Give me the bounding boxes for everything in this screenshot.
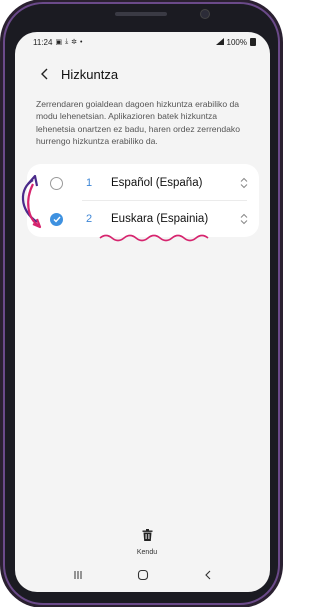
reorder-handle-icon[interactable] bbox=[239, 212, 249, 226]
dot-icon: • bbox=[80, 38, 83, 46]
trash-icon bbox=[142, 528, 153, 546]
download-icon: ⤓ bbox=[65, 38, 69, 45]
status-right: 100% bbox=[215, 37, 256, 47]
back-chevron-icon[interactable] bbox=[37, 66, 53, 82]
language-list: 1 Español (España) 2 Euskara (Espainia) bbox=[27, 164, 259, 237]
notification-icon: ▣ bbox=[55, 39, 63, 46]
language-number: 1 bbox=[86, 177, 93, 189]
description-text: Zerrendaren goialdean dagoen hizkuntza e… bbox=[36, 99, 241, 147]
language-item-1[interactable]: 1 Español (España) bbox=[27, 165, 259, 201]
recents-icon[interactable] bbox=[68, 565, 88, 585]
remove-button[interactable]: Kendu bbox=[127, 528, 167, 556]
battery-icon bbox=[250, 38, 256, 46]
navigation-bar bbox=[15, 558, 270, 592]
phone-top-bezel bbox=[3, 2, 280, 32]
language-item-2[interactable]: 2 Euskara (Espainia) bbox=[27, 201, 259, 237]
reorder-handle-icon[interactable] bbox=[239, 176, 249, 190]
back-icon[interactable] bbox=[198, 565, 218, 585]
remove-label: Kendu bbox=[136, 549, 158, 556]
speaker-grille bbox=[115, 12, 167, 16]
screen: 11:24 ▣ ⤓ ✲ • 100% Hizkuntza Zerrendaren… bbox=[15, 32, 270, 592]
home-icon[interactable] bbox=[133, 565, 153, 585]
status-left: 11:24 ▣ ⤓ ✲ • bbox=[33, 38, 83, 47]
signal-icon bbox=[215, 37, 224, 47]
settings-icon: ✲ bbox=[71, 39, 78, 46]
battery-percent: 100% bbox=[226, 37, 247, 47]
front-camera bbox=[201, 10, 209, 18]
app-header: Hizkuntza bbox=[15, 62, 270, 86]
status-bar: 11:24 ▣ ⤓ ✲ • 100% bbox=[15, 32, 270, 52]
page-title: Hizkuntza bbox=[61, 66, 119, 82]
radio-checked-icon[interactable] bbox=[50, 212, 63, 226]
phone-frame: 11:24 ▣ ⤓ ✲ • 100% Hizkuntza Zerrendaren… bbox=[3, 2, 280, 605]
language-name: Español (España) bbox=[111, 177, 203, 189]
language-name: Euskara (Espainia) bbox=[111, 213, 209, 225]
status-time: 11:24 bbox=[33, 37, 53, 47]
radio-unchecked-icon[interactable] bbox=[50, 176, 63, 190]
language-number: 2 bbox=[86, 213, 93, 225]
